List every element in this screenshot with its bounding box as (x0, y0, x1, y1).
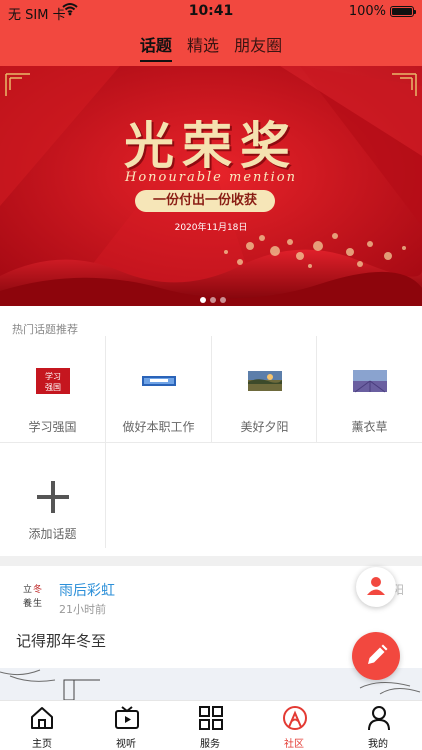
profile-fab[interactable] (356, 567, 396, 607)
video-icon (115, 706, 139, 729)
section-title-hot-topics: 热门话题推荐 (12, 323, 78, 336)
carousel-dots (198, 288, 228, 306)
banner-date: 2020年11月18日 (174, 223, 248, 233)
banner-subtitle: Honourable mention (125, 170, 297, 185)
xuexi-thumbnail: 学习 强国 (36, 368, 70, 394)
topic-xuexi[interactable]: 学习 强国 学习强国 (0, 336, 105, 442)
battery-icon (390, 6, 416, 17)
svg-text:强国: 强国 (45, 383, 61, 392)
nav-label: 服务 (200, 739, 220, 750)
grid-icon (199, 706, 223, 730)
nav-service[interactable]: 服务 (168, 701, 252, 750)
svg-text:生: 生 (33, 597, 42, 609)
carousel-dot[interactable] (220, 297, 226, 303)
tab-moments[interactable]: 朋友圈 (234, 32, 282, 60)
carousel-dot[interactable] (200, 297, 206, 303)
plus-icon (37, 481, 69, 513)
nav-label: 社区 (284, 739, 304, 750)
user-icon (368, 706, 390, 731)
lavender-thumbnail (353, 370, 387, 393)
post-text[interactable]: 记得那年冬至 (16, 630, 106, 651)
top-tabs: 话题 精选 朋友圈 (0, 32, 422, 62)
nav-community[interactable]: 社区 (252, 701, 336, 750)
svg-text:立: 立 (23, 583, 32, 595)
section-divider (0, 556, 422, 566)
topic-label: 薰衣草 (351, 420, 388, 434)
bottom-nav: 主页 视听 服务 社区 我的 (0, 700, 422, 750)
add-topic-label: 添加话题 (28, 527, 77, 541)
topic-label: 学习强国 (28, 420, 77, 434)
tab-featured[interactable]: 精选 (187, 32, 219, 60)
battery-percent: 100% (348, 4, 386, 19)
avatar[interactable]: 立 冬 養 生 (16, 578, 46, 612)
svg-text:学习: 学习 (45, 371, 61, 381)
sunset-thumbnail (248, 371, 282, 391)
nav-home[interactable]: 主页 (0, 701, 84, 750)
nav-me[interactable]: 我的 (336, 701, 420, 750)
nav-label: 我的 (368, 739, 388, 750)
person-icon (367, 577, 385, 595)
banner-slogan: 一份付出一份收获 (135, 190, 275, 212)
compose-fab[interactable] (352, 632, 400, 680)
topic-sunset[interactable]: 美好夕阳 (212, 336, 317, 442)
nav-video[interactable]: 视听 (84, 701, 168, 750)
svg-text:養: 養 (23, 597, 32, 609)
pencil-icon (368, 644, 388, 664)
award-banner[interactable]: 光荣奖 Honourable mention 一份付出一份收获 2020年11月… (0, 66, 422, 306)
banner-title: 光荣奖 (124, 116, 298, 175)
nav-label: 视听 (116, 739, 136, 750)
banner-thumbnail (142, 376, 176, 386)
nav-label: 主页 (32, 739, 52, 750)
community-icon (283, 706, 307, 730)
post-author[interactable]: 雨后彩虹 (59, 580, 115, 600)
status-bar: 无 SIM 卡 10:41 100% (0, 0, 422, 24)
svg-text:冬: 冬 (33, 583, 42, 595)
app-header: 无 SIM 卡 10:41 100% 话题 精选 朋友圈 (0, 0, 422, 66)
add-topic-button[interactable]: 添加话题 (0, 443, 105, 549)
post-time: 21小时前 (59, 603, 106, 616)
home-icon (31, 707, 53, 729)
banner-background (0, 66, 422, 306)
topic-label: 美好夕阳 (240, 420, 289, 434)
carousel-dot[interactable] (210, 297, 216, 303)
topic-lavender[interactable]: 薰衣草 (317, 336, 422, 442)
topic-job[interactable]: 做好本职工作 (106, 336, 211, 442)
tab-topics[interactable]: 话题 (139, 32, 172, 62)
topic-label: 做好本职工作 (122, 420, 195, 434)
